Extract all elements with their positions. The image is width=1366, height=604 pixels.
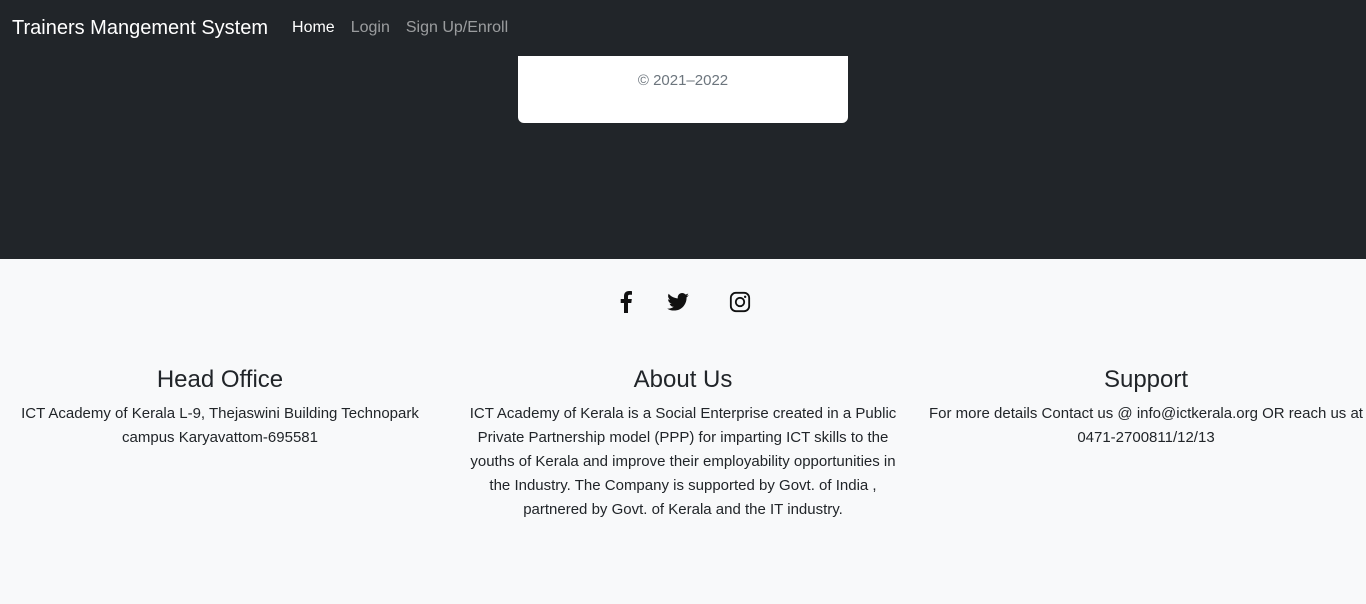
support-section: Support For more details Contact us @ in… — [926, 364, 1366, 450]
head-office-title: Head Office — [156, 366, 284, 393]
support-text: For more details Contact us @ info@ictke… — [929, 405, 1363, 446]
support-title: Support — [1103, 366, 1189, 393]
nav-signup[interactable]: Sign Up/Enroll — [406, 19, 508, 37]
social-links — [0, 290, 1366, 314]
about-us-text: ICT Academy of Kerala is a Social Enterp… — [469, 405, 897, 518]
nav-login[interactable]: Login — [351, 19, 390, 37]
facebook-icon[interactable] — [614, 290, 638, 314]
twitter-icon[interactable] — [666, 290, 690, 314]
about-us-section: About Us ICT Academy of Kerala is a Soci… — [465, 364, 901, 522]
nav-home[interactable]: Home — [292, 19, 335, 37]
instagram-icon[interactable] — [728, 290, 752, 314]
head-office-section: Head Office ICT Academy of Kerala L-9, T… — [6, 364, 434, 450]
head-office-text: ICT Academy of Kerala L-9, Thejaswini Bu… — [21, 405, 419, 446]
navbar: Trainers Mangement System Home Login Sig… — [0, 0, 1366, 56]
brand-link[interactable]: Trainers Mangement System — [12, 17, 268, 40]
copyright-text: © 2021–2022 — [637, 72, 729, 89]
copyright-card: © 2021–2022 — [518, 56, 848, 123]
about-us-title: About Us — [633, 366, 733, 393]
